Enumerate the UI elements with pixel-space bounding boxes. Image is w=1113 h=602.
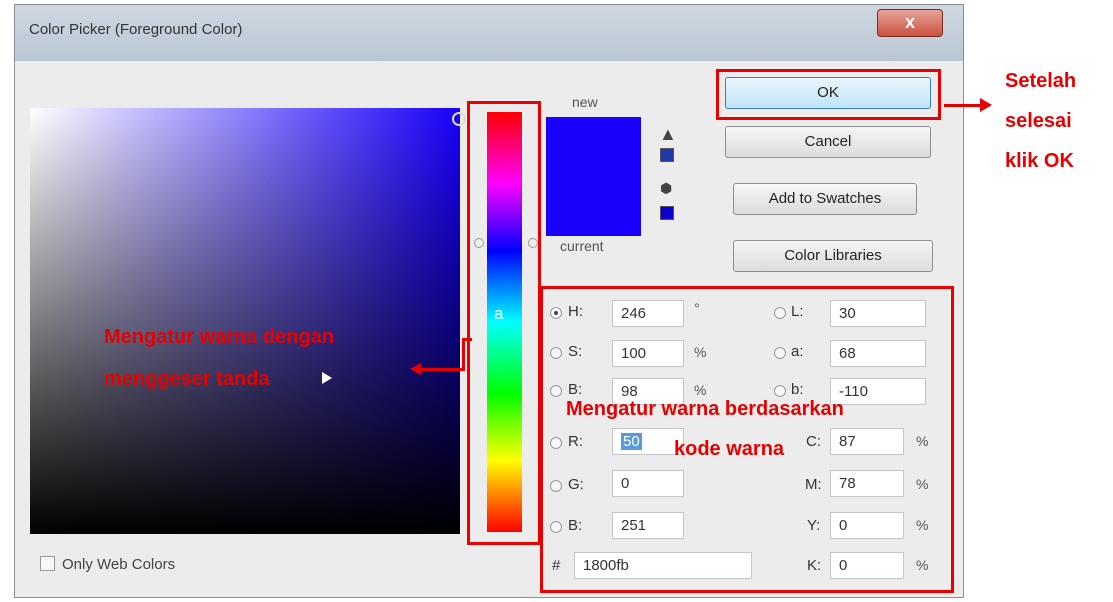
unit-s: %: [694, 344, 707, 360]
radio-b-lab[interactable]: [774, 385, 786, 397]
field-c[interactable]: 87: [830, 428, 904, 455]
label-s: S:: [568, 343, 583, 360]
color-field-marker[interactable]: [452, 112, 466, 126]
radio-r[interactable]: [550, 437, 562, 449]
only-web-colors-checkbox[interactable]: [40, 556, 55, 571]
radio-g[interactable]: [550, 480, 562, 492]
radio-l[interactable]: [774, 307, 786, 319]
radio-blue[interactable]: [550, 521, 562, 533]
hex-field[interactable]: 1800fb: [574, 552, 752, 579]
label-m: M:: [805, 476, 822, 493]
slider-note-line2: menggeser tanda: [104, 368, 270, 390]
label-c: C:: [806, 433, 821, 450]
field-l[interactable]: 30: [830, 300, 926, 327]
field-s[interactable]: 100: [612, 340, 684, 367]
ok-note-arrowhead: [980, 98, 992, 112]
unit-b: %: [694, 382, 707, 398]
unit-c: %: [916, 433, 929, 449]
field-m[interactable]: 78: [830, 470, 904, 497]
add-to-swatches-button[interactable]: Add to Swatches: [733, 183, 917, 215]
ok-note-arrow: [944, 104, 984, 107]
unit-y: %: [916, 517, 929, 533]
color-libraries-button[interactable]: Color Libraries: [733, 240, 933, 272]
values-note-line1: Mengatur warna berdasarkan: [566, 398, 844, 420]
hue-slider-highlight: [467, 101, 541, 545]
gamut-swatch[interactable]: [660, 148, 674, 162]
label-k: K:: [807, 557, 822, 574]
field-y[interactable]: 0: [830, 512, 904, 539]
color-field[interactable]: [30, 108, 460, 534]
new-label: new: [572, 94, 598, 110]
field-k[interactable]: 0: [830, 552, 904, 579]
radio-a[interactable]: [774, 347, 786, 359]
label-b: B:: [568, 381, 583, 398]
new-color-swatch: [546, 117, 641, 178]
gamut-warning-icon[interactable]: ▲: [659, 124, 677, 145]
radio-b[interactable]: [550, 385, 562, 397]
field-h[interactable]: 246: [612, 300, 684, 327]
radio-h[interactable]: [550, 307, 562, 319]
title-bar: Color Picker (Foreground Color) x: [15, 5, 963, 61]
cancel-button[interactable]: Cancel: [725, 126, 931, 158]
current-color-swatch[interactable]: [546, 178, 641, 236]
field-g[interactable]: 0: [612, 470, 684, 497]
hex-label: #: [552, 557, 561, 574]
slider-note-arrowhead: [410, 363, 421, 375]
unit-m: %: [916, 476, 929, 492]
field-b-lab[interactable]: -110: [830, 378, 926, 405]
field-blue[interactable]: 251: [612, 512, 684, 539]
label-blue: B:: [568, 517, 583, 534]
ok-note-line3: klik OK: [1005, 150, 1074, 172]
label-l: L:: [791, 303, 804, 320]
values-note-line2: kode warna: [674, 438, 785, 460]
window-title: Color Picker (Foreground Color): [29, 21, 243, 38]
slider-note-arrow-horizontal: [420, 368, 465, 371]
ok-highlight: [716, 69, 941, 120]
slider-note-line1: Mengatur warna dengan: [104, 326, 335, 348]
field-a[interactable]: 68: [830, 340, 926, 367]
ok-note-line1: Setelah: [1005, 70, 1077, 92]
label-a: a:: [791, 343, 804, 360]
radio-s[interactable]: [550, 347, 562, 359]
only-web-colors-label: Only Web Colors: [62, 556, 176, 573]
field-r-value: 50: [621, 433, 642, 450]
label-h: H:: [568, 303, 583, 320]
unit-k: %: [916, 557, 929, 573]
close-button[interactable]: x: [877, 9, 943, 37]
label-r: R:: [568, 433, 583, 450]
unit-h: °: [694, 300, 700, 316]
label-y: Y:: [807, 517, 821, 534]
web-safe-swatch[interactable]: [660, 206, 674, 220]
current-label: current: [560, 238, 604, 254]
label-b-lab: b:: [791, 381, 804, 398]
label-g: G:: [568, 476, 584, 493]
slider-note-arrow-vertical: [462, 340, 465, 370]
marker-triangle-icon: [322, 372, 332, 384]
ok-note-line2: selesai: [1005, 110, 1072, 132]
web-safe-cube-icon[interactable]: ⬢: [660, 180, 672, 197]
